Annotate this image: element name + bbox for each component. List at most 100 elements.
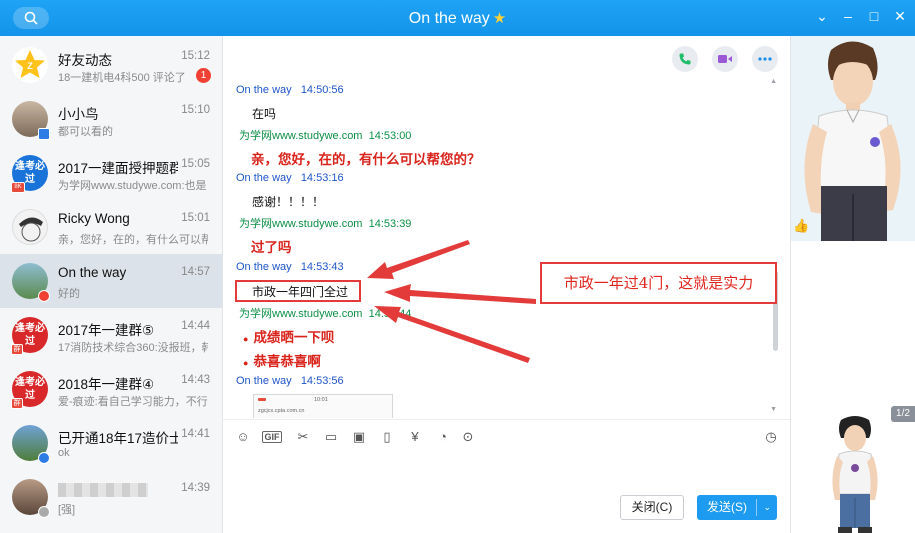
contact-preview: 17消防技术综合360:没报班，韩 xyxy=(58,342,208,354)
sender-name: On the way xyxy=(236,172,292,184)
contact-item[interactable]: 逢考必过 8K 2017一建面授押题群 15:05 为学网www.studywe… xyxy=(0,146,222,200)
contact-time: 14:44 xyxy=(181,320,210,332)
shake-icon[interactable]: ▯ xyxy=(378,429,396,445)
scissors-icon[interactable]: ✂ xyxy=(294,429,312,445)
close-button[interactable]: 关闭(C) xyxy=(620,495,684,520)
message-text: ● 成绩晒一下呗 xyxy=(243,326,334,346)
contact-name: 小小鸟 xyxy=(58,107,99,122)
contact-name: 2017年一建群⑤ xyxy=(58,323,155,338)
contact-time: 15:05 xyxy=(181,158,210,170)
window-title-text: On the way xyxy=(408,10,490,27)
video-call-button[interactable] xyxy=(712,46,738,72)
message-meta: On the way 14:53:43 xyxy=(236,261,344,273)
divider xyxy=(756,499,757,516)
message-meta: On the way 14:53:56 xyxy=(236,375,344,387)
person-sketch-icon xyxy=(19,217,43,242)
busy-status-icon xyxy=(38,290,50,302)
contact-item[interactable]: 已开通18年17造价士 14:41 ok xyxy=(0,416,222,470)
contact-name: Ricky Wong xyxy=(58,211,130,226)
contact-item[interactable]: 14:39 [强] xyxy=(0,470,222,524)
phone-online-icon xyxy=(38,128,50,140)
star-icon: Z xyxy=(15,50,45,78)
chat-header-actions xyxy=(672,46,778,72)
red-packet-icon[interactable]: ¥ xyxy=(406,429,424,445)
input-toolbar: ☺ GIF ✂ ▭ ▣ ▯ ¥ ◔ ⊙ ◷ xyxy=(223,419,790,453)
cartoon-boy-figure xyxy=(804,41,901,241)
message-text: 市政一年四门全过 xyxy=(252,285,349,299)
contact-list: Z 好友动态 15:12 18一建机电4科500 评论了 1 小小鸟 15:10… xyxy=(0,36,223,533)
scroll-down-icon[interactable]: ▼ xyxy=(770,406,777,413)
contact-item[interactable]: Ricky Wong 15:01 亲，您好，在的，有什么可以帮 xyxy=(0,200,222,254)
message-time: 14:53:43 xyxy=(300,261,344,273)
svg-text:Z: Z xyxy=(27,61,33,71)
chevron-down-icon[interactable]: ⌄ xyxy=(763,495,771,520)
contact-time: 15:12 xyxy=(181,50,210,62)
group-tag: 群 xyxy=(11,344,23,355)
chevron-down-icon[interactable]: ⌄ xyxy=(815,8,829,25)
contact-time: 14:39 xyxy=(181,482,210,494)
contact-time: 14:41 xyxy=(181,428,210,440)
image-message-thumbnail[interactable]: 10:01 zgcjcx.cpta.com.cn xyxy=(253,394,393,418)
contact-item[interactable]: 逢考必过 群 2018年一建群④ 14:43 爱-痕迹:看自己学习能力，不行 xyxy=(0,362,222,416)
friend-show-avatar: 👍 xyxy=(791,36,915,241)
contact-item[interactable]: 小小鸟 15:10 都可以看的 xyxy=(0,92,222,146)
group-tag: 8K xyxy=(11,182,25,193)
message-input[interactable]: 关闭(C) 发送(S) ⌄ xyxy=(223,453,790,533)
message-line: 成绩晒一下呗 xyxy=(253,330,335,345)
thumbs-up-icon[interactable]: 👍 xyxy=(793,218,811,234)
more-options-button[interactable] xyxy=(752,46,778,72)
close-icon[interactable]: ✕ xyxy=(893,8,907,25)
message-time: 14:50:56 xyxy=(300,84,344,96)
contact-time: 15:01 xyxy=(181,212,210,224)
annotation-callout: 市政一年过4门，这就是实力 xyxy=(540,262,777,304)
message-text: ● 恭喜恭喜啊 xyxy=(243,350,321,370)
send-button[interactable]: 发送(S) ⌄ xyxy=(697,495,777,520)
message-list: On the way 14:50:56 在吗 为学网www.studywe.co… xyxy=(223,76,783,418)
more-icon[interactable]: ⊙ xyxy=(459,429,477,445)
folder-icon[interactable]: ▭ xyxy=(322,429,340,445)
sender-name: On the way xyxy=(236,84,292,96)
contact-name: 已开通18年17造价士 xyxy=(58,431,178,446)
browser-dot-icon xyxy=(258,398,266,401)
my-show-avatar xyxy=(827,414,883,533)
emoji-icon[interactable]: ☺ xyxy=(234,429,252,445)
sender-name: On the way xyxy=(236,261,292,273)
page-indicator[interactable]: 1/2 xyxy=(891,406,915,422)
contact-preview: 18一建机电4科500 评论了 xyxy=(58,72,186,84)
bullet-icon: ● xyxy=(243,334,249,344)
message-text: 感谢！！！！ xyxy=(252,195,325,209)
window-title: On the way ★ xyxy=(0,9,915,28)
voice-message-icon[interactable]: ◔ xyxy=(434,429,452,445)
sender-name: 为学网www.studywe.com xyxy=(239,308,363,320)
message-time: 14:53:39 xyxy=(368,218,412,230)
contact-item[interactable]: 逢考必过 群 2017年一建群⑤ 14:44 17消防技术综合360:没报班，韩 xyxy=(0,308,222,362)
message-time: 14:53:00 xyxy=(368,130,412,142)
contact-name: 2017一建面授押题群 xyxy=(58,161,178,176)
contact-preview: [强] xyxy=(58,504,76,516)
avatar: Z xyxy=(12,47,48,83)
contact-preview: ok xyxy=(58,447,70,459)
maximize-icon[interactable]: □ xyxy=(867,8,881,25)
contact-time: 14:57 xyxy=(181,266,210,278)
gif-icon[interactable]: GIF xyxy=(262,431,282,443)
thumb-url: zgcjcx.cpta.com.cn xyxy=(258,408,305,414)
contact-item-active[interactable]: On the way 14:57 好的 xyxy=(0,254,222,308)
voice-call-button[interactable] xyxy=(672,46,698,72)
contact-item[interactable]: Z 好友动态 15:12 18一建机电4科500 评论了 1 xyxy=(0,38,222,92)
group-tag: 群 xyxy=(11,398,23,409)
contact-preview: 为学网www.studywe.com:也是 xyxy=(58,180,207,192)
contact-time: 14:43 xyxy=(181,374,210,386)
video-camera-icon xyxy=(718,55,732,63)
image-icon[interactable]: ▣ xyxy=(350,429,368,445)
avatar xyxy=(12,209,48,245)
message-meta: 为学网www.studywe.com 14:53:44 xyxy=(239,305,411,321)
minimize-icon[interactable]: – xyxy=(841,8,855,25)
history-icon[interactable]: ◷ xyxy=(762,429,780,445)
sender-name: On the way xyxy=(236,375,292,387)
scroll-up-icon[interactable]: ▲ xyxy=(770,78,777,85)
ellipsis-icon xyxy=(758,57,772,61)
contact-name: 2018年一建群④ xyxy=(58,377,155,392)
blurred-contact-name xyxy=(58,483,148,497)
send-label: 发送(S) xyxy=(707,500,747,514)
message-meta: On the way 14:53:16 xyxy=(236,172,344,184)
